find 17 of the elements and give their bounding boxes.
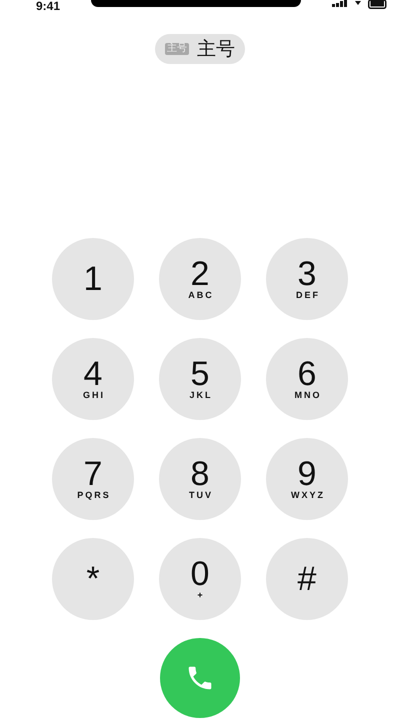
keypad-key[interactable]: 3 DEF [266,238,348,320]
signal-icon [332,0,348,7]
keypad-key[interactable]: # [266,538,348,620]
keypad-key[interactable]: 2 ABC [159,238,241,320]
keypad-key[interactable]: 8 TUV [159,438,241,520]
keypad-key[interactable]: 5 JKL [159,338,241,420]
battery-icon [368,0,388,9]
keypad-key[interactable]: 4 GHI [52,338,134,420]
keypad-key[interactable]: 1 [52,238,134,320]
line-tag: 主号 [165,43,189,55]
status-time: 9:41 [36,0,60,12]
keypad-key[interactable]: 0 + [159,538,241,620]
keypad-key[interactable]: 6 MNO [266,338,348,420]
keypad-key[interactable]: 7 PQRS [52,438,134,520]
line-selector[interactable]: 主号 主号 [155,34,245,64]
keypad-key[interactable]: * [52,538,134,620]
keypad-key[interactable]: 9 WXYZ [266,438,348,520]
